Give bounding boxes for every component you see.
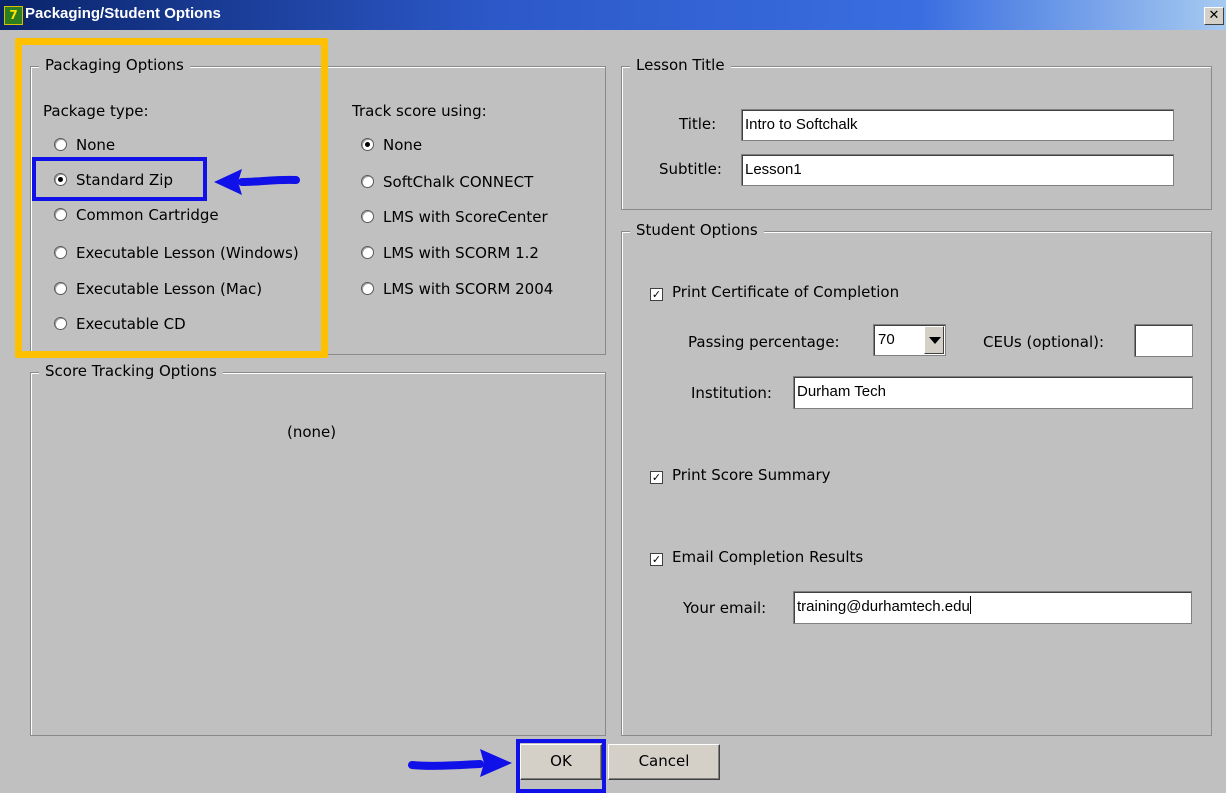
- text-caret: [969, 596, 971, 614]
- cancel-button[interactable]: Cancel: [608, 744, 720, 780]
- close-button[interactable]: ✕: [1204, 7, 1224, 25]
- passing-percentage-label: Passing percentage:: [688, 333, 840, 351]
- standard-zip-highlight-box: [32, 157, 207, 201]
- radio-icon[interactable]: [361, 210, 374, 223]
- ok-highlight-box: [516, 739, 606, 793]
- track-softchalk-connect[interactable]: SoftChalk CONNECT: [361, 172, 533, 192]
- track-lms-scorm12[interactable]: LMS with SCORM 1.2: [361, 243, 539, 263]
- email-value: training@durhamtech.edu: [797, 598, 970, 615]
- window-title: Packaging/Student Options: [25, 5, 221, 22]
- track-lms-scorm2004[interactable]: LMS with SCORM 2004: [361, 279, 553, 299]
- institution-label: Institution:: [691, 384, 772, 402]
- email-results-checkbox[interactable]: ✓ Email Completion Results: [650, 547, 863, 567]
- radio-icon[interactable]: [361, 246, 374, 259]
- passing-percentage-value: 70: [878, 331, 895, 348]
- checkmark-icon[interactable]: ✓: [650, 553, 663, 566]
- ceus-input[interactable]: [1134, 324, 1193, 357]
- track-score-label: Track score using:: [352, 102, 487, 120]
- radio-icon[interactable]: [361, 175, 374, 188]
- email-label: Your email:: [683, 599, 767, 617]
- student-options-legend: Student Options: [630, 221, 764, 239]
- title-bar: 7 Packaging/Student Options ✕: [0, 0, 1226, 30]
- radio-selected-icon[interactable]: [361, 138, 374, 151]
- score-tracking-empty: (none): [287, 423, 337, 441]
- track-lms-scorecenter[interactable]: LMS with ScoreCenter: [361, 207, 548, 227]
- score-tracking-legend: Score Tracking Options: [39, 362, 223, 380]
- subtitle-input[interactable]: Lesson1: [741, 154, 1174, 186]
- title-input[interactable]: Intro to Softchalk: [741, 109, 1174, 141]
- chevron-down-icon[interactable]: [924, 326, 944, 354]
- subtitle-label: Subtitle:: [659, 160, 722, 178]
- ceus-label: CEUs (optional):: [983, 333, 1105, 351]
- track-none[interactable]: None: [361, 135, 422, 155]
- radio-icon[interactable]: [361, 282, 374, 295]
- app-icon: 7: [4, 6, 23, 25]
- checkmark-icon[interactable]: ✓: [650, 471, 663, 484]
- email-input[interactable]: training@durhamtech.edu: [793, 591, 1192, 624]
- arrow-left-icon: [214, 169, 300, 195]
- arrow-right-icon: [408, 749, 512, 777]
- institution-input[interactable]: Durham Tech: [793, 376, 1193, 409]
- print-certificate-checkbox[interactable]: ✓ Print Certificate of Completion: [650, 282, 899, 302]
- checkmark-icon[interactable]: ✓: [650, 288, 663, 301]
- title-label: Title:: [679, 115, 717, 133]
- passing-percentage-select[interactable]: 70: [873, 324, 946, 356]
- print-score-summary-checkbox[interactable]: ✓ Print Score Summary: [650, 465, 831, 485]
- lesson-title-legend: Lesson Title: [630, 56, 731, 74]
